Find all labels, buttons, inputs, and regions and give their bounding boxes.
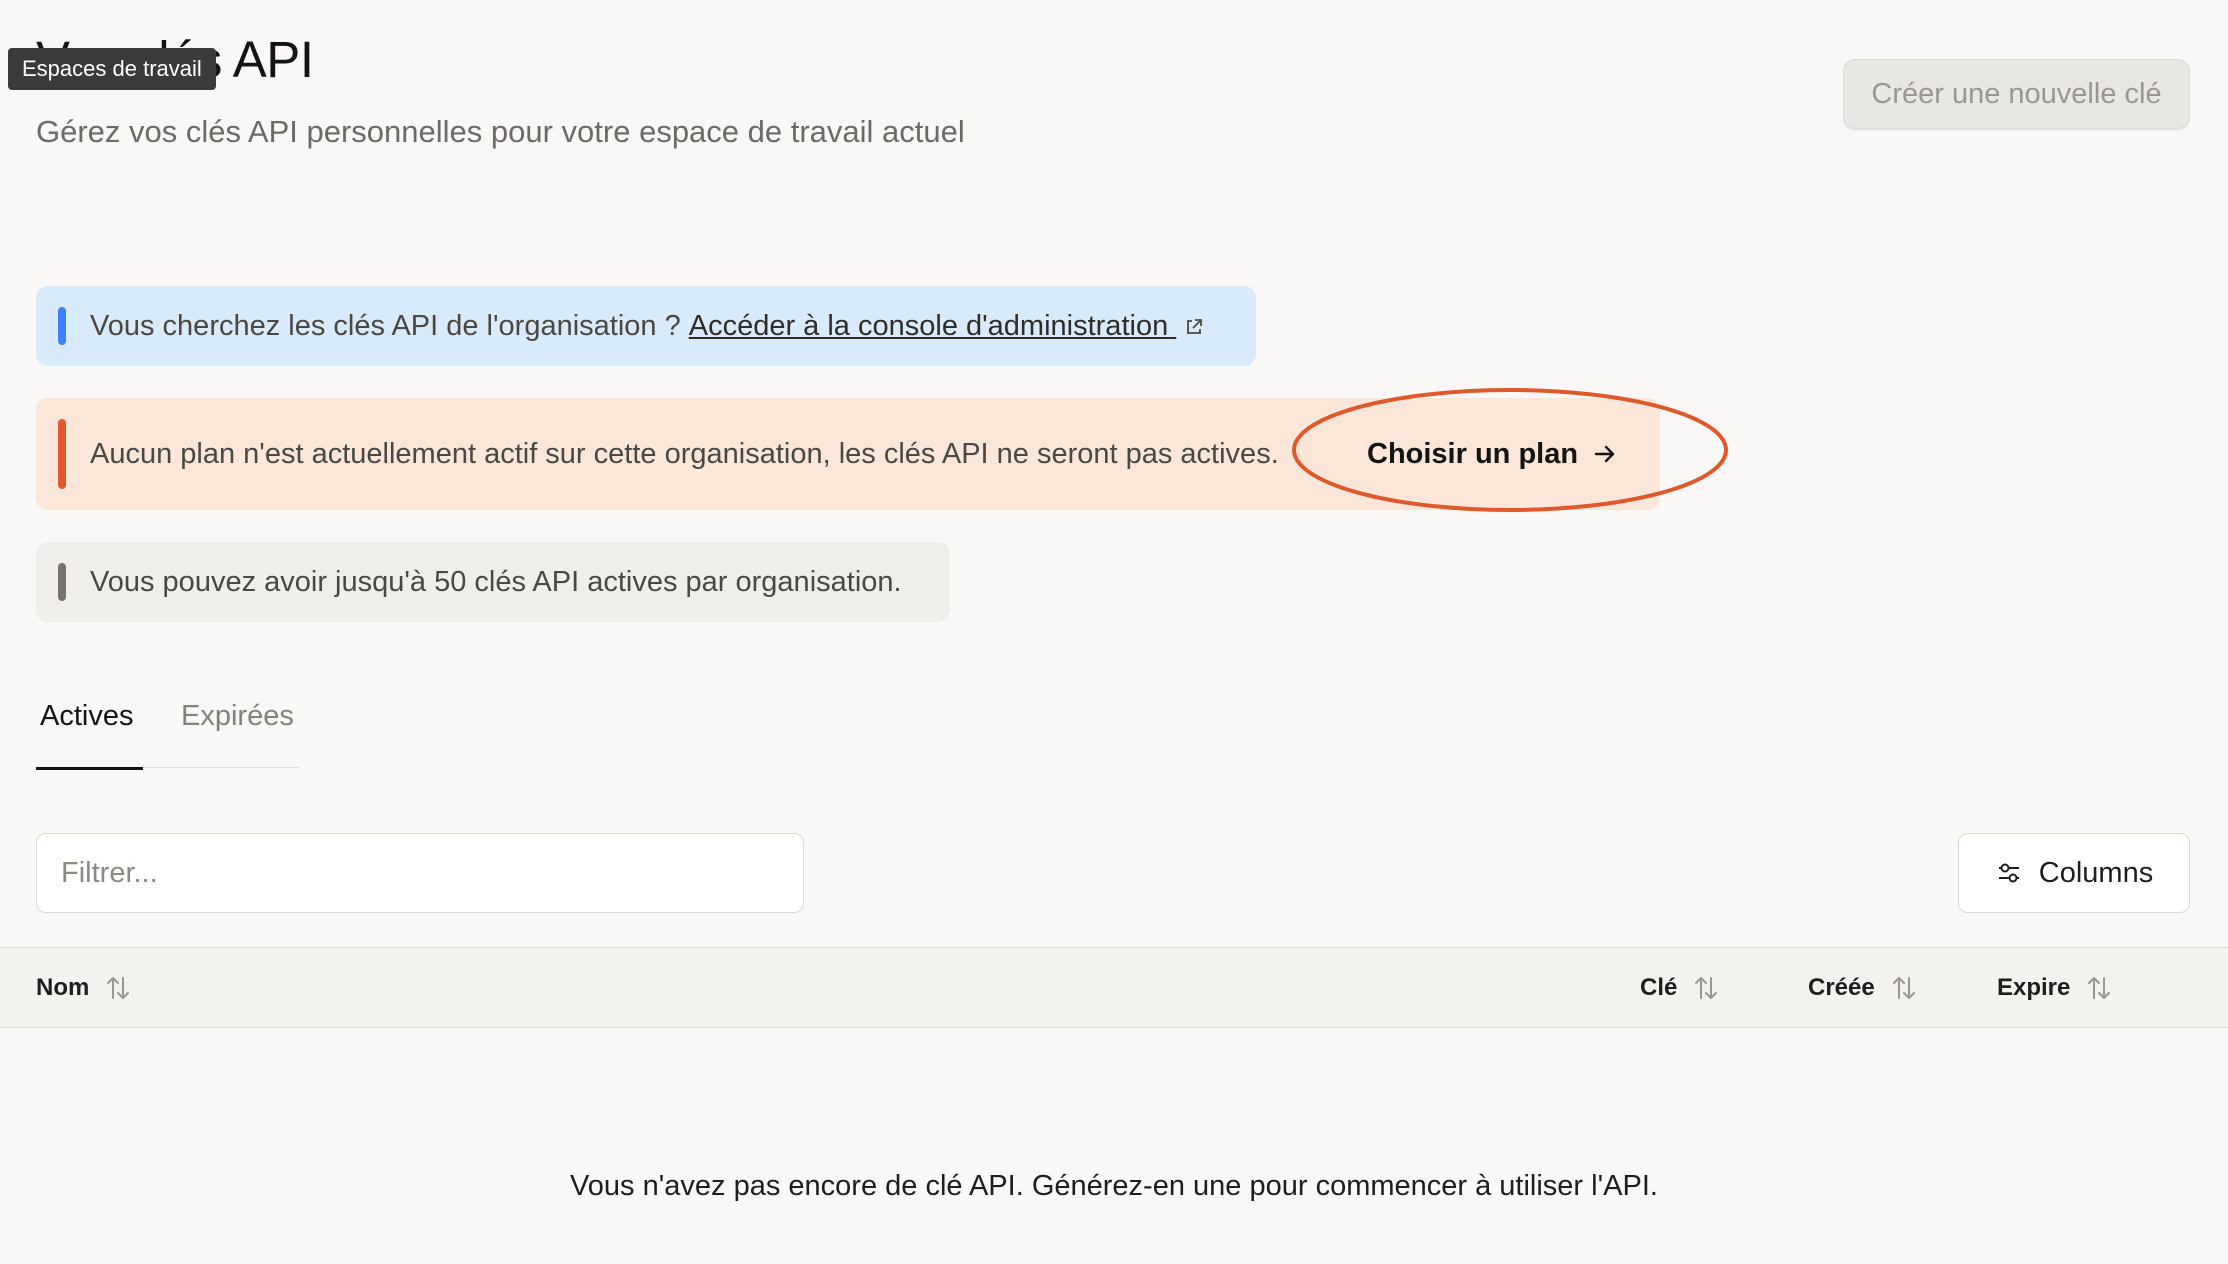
sliders-icon <box>1998 863 2019 883</box>
columns-button-label: Columns <box>2038 856 2154 889</box>
column-header-created-label: Créée <box>1808 973 1875 1001</box>
org-keys-info-banner: Vous cherchez les clés API de l'organisa… <box>36 286 1256 366</box>
sort-icon <box>107 976 130 999</box>
filter-input[interactable] <box>36 833 804 913</box>
info-accent-bar <box>58 307 66 345</box>
warning-accent-bar <box>58 419 66 489</box>
warning-banner-text: Aucun plan n'est actuellement actif sur … <box>90 437 1279 470</box>
column-header-created[interactable]: Créée <box>1808 948 1919 1027</box>
keys-table-header: Nom Clé Créée Expire <box>0 947 2228 1028</box>
column-header-name-label: Nom <box>36 973 90 1001</box>
arrow-right-icon <box>1594 445 1615 463</box>
column-header-key-label: Clé <box>1640 973 1678 1001</box>
note-banner-text: Vous pouvez avoir jusqu'à 50 clés API ac… <box>90 565 902 598</box>
choose-plan-button[interactable]: Choisir un plan <box>1367 398 1618 510</box>
tab-active-keys[interactable]: Actives <box>36 700 143 770</box>
key-status-tabs: Actives Expirées <box>36 700 298 770</box>
admin-console-link[interactable]: Accéder à la console d'administration <box>689 310 1205 343</box>
column-header-expires[interactable]: Expire <box>1997 948 2114 1027</box>
key-limit-note-banner: Vous pouvez avoir jusqu'à 50 clés API ac… <box>36 542 950 622</box>
note-accent-bar <box>58 563 66 601</box>
info-banner-text: Vous cherchez les clés API de l'organisa… <box>90 309 681 342</box>
admin-console-link-label: Accéder à la console d'administration <box>688 309 1169 342</box>
sort-icon <box>1695 976 1718 999</box>
choose-plan-label: Choisir un plan <box>1367 437 1579 470</box>
no-plan-warning-banner: Aucun plan n'est actuellement actif sur … <box>36 398 1660 510</box>
page-subtitle: Gérez vos clés API personnelles pour vot… <box>36 114 965 149</box>
api-keys-page: Vos clés API Espaces de travail Gérez vo… <box>0 0 2228 1264</box>
create-key-button[interactable]: Créer une nouvelle clé <box>1843 59 2190 129</box>
column-header-expires-label: Expire <box>1997 973 2071 1001</box>
column-header-name[interactable]: Nom <box>36 948 133 1027</box>
workspaces-tooltip: Espaces de travail <box>8 48 216 90</box>
column-header-key[interactable]: Clé <box>1640 948 1721 1027</box>
empty-state-message: Vous n'avez pas encore de clé API. Génér… <box>570 1170 1658 1202</box>
sort-icon <box>2088 976 2111 999</box>
columns-button[interactable]: Columns <box>1958 833 2190 913</box>
sort-icon <box>1892 976 1915 999</box>
external-link-icon <box>1187 318 1203 334</box>
tab-expired-keys[interactable]: Expirées <box>177 700 298 770</box>
